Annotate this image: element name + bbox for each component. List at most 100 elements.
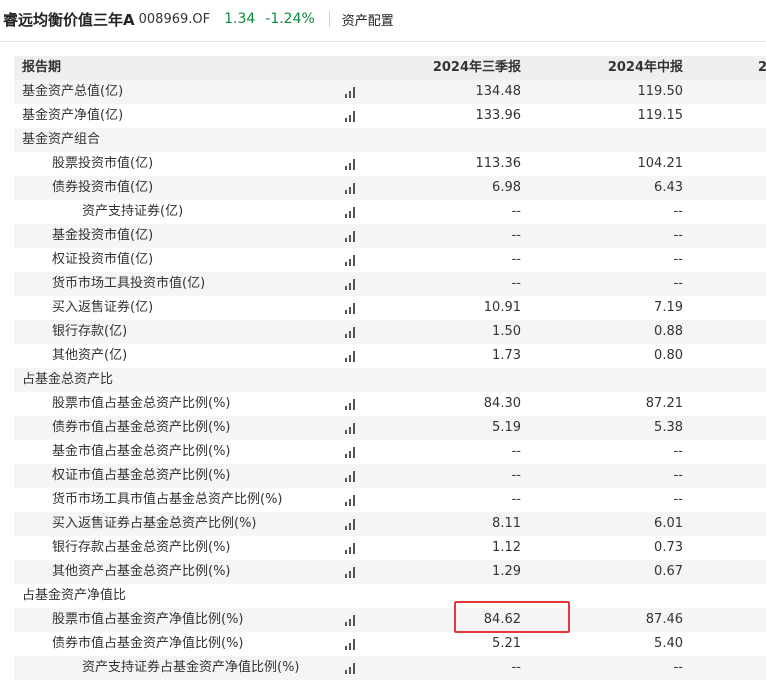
bar-chart-icon[interactable] xyxy=(344,663,356,674)
cell-2024q3: 1.12 xyxy=(492,540,521,555)
bar-chart-icon[interactable] xyxy=(344,303,356,314)
bar-chart-icon[interactable] xyxy=(344,351,356,362)
bar-chart-icon[interactable] xyxy=(344,183,356,194)
table-row: 买入返售证券(亿) 10.91 7.19 xyxy=(14,296,766,320)
cell-2024h1: -- xyxy=(673,660,683,675)
cell-2024q3: -- xyxy=(511,444,521,459)
column-header-period: 报告期 xyxy=(22,60,62,75)
cell-2024q3: 6.98 xyxy=(492,180,521,195)
row-label: 基金资产组合 xyxy=(22,132,101,147)
row-label: 其他资产占基金总资产比例(%) xyxy=(52,564,231,579)
bar-chart-icon[interactable] xyxy=(344,111,356,122)
column-header-2024h1[interactable]: 2024年中报 xyxy=(608,56,683,80)
cell-2024q3: 134.48 xyxy=(475,84,522,99)
cell-2024h1: 5.38 xyxy=(654,420,683,435)
cell-2024h1: -- xyxy=(673,468,683,483)
table-row: 货币市场工具市值占基金总资产比例(%) -- -- xyxy=(14,488,766,512)
cell-2024h1: 6.43 xyxy=(654,180,683,195)
bar-chart-icon[interactable] xyxy=(344,543,356,554)
tab-asset-allocation[interactable]: 资产配置 xyxy=(342,10,394,29)
cell-2024q3: 5.21 xyxy=(492,636,521,651)
table-row: 银行存款占基金总资产比例(%) 1.12 0.73 xyxy=(14,536,766,560)
cell-2024q3: -- xyxy=(511,204,521,219)
table-row: 占基金总资产比 xyxy=(14,368,766,392)
row-label: 基金投资市值(亿) xyxy=(52,228,154,243)
cell-2024h1: 104.21 xyxy=(637,156,684,171)
cell-2024h1: 6.01 xyxy=(654,516,683,531)
column-header-2024q3[interactable]: 2024年三季报 xyxy=(433,56,521,80)
bar-chart-icon[interactable] xyxy=(344,519,356,530)
table-row: 基金资产总值(亿) 134.48 119.50 xyxy=(14,80,766,104)
row-label: 资产支持证券(亿) xyxy=(82,204,184,219)
cell-2024h1: -- xyxy=(673,252,683,267)
table-row: 货币市场工具投资市值(亿) -- -- xyxy=(14,272,766,296)
fund-nav: 1.34 xyxy=(224,11,256,27)
row-label: 基金市值占基金总资产比例(%) xyxy=(52,444,231,459)
cell-2024q3: 133.96 xyxy=(475,108,522,123)
cell-2024h1: -- xyxy=(673,204,683,219)
row-label: 股票市值占基金总资产比例(%) xyxy=(52,396,231,411)
column-header-next[interactable]: 2 xyxy=(758,56,766,80)
bar-chart-icon[interactable] xyxy=(344,231,356,242)
row-label: 买入返售证券占基金总资产比例(%) xyxy=(52,516,257,531)
row-label: 货币市场工具投资市值(亿) xyxy=(52,276,206,291)
row-label: 银行存款(亿) xyxy=(52,324,128,339)
bar-chart-icon[interactable] xyxy=(344,639,356,650)
table-row: 债券投资市值(亿) 6.98 6.43 xyxy=(14,176,766,200)
row-label: 其他资产(亿) xyxy=(52,348,128,363)
cell-2024q3: 113.36 xyxy=(475,156,522,171)
bar-chart-icon[interactable] xyxy=(344,255,356,266)
row-label: 占基金总资产比 xyxy=(22,372,114,387)
bar-chart-icon[interactable] xyxy=(344,423,356,434)
table-row: 资产支持证券(亿) -- -- xyxy=(14,200,766,224)
bar-chart-icon[interactable] xyxy=(344,279,356,290)
bar-chart-icon[interactable] xyxy=(344,207,356,218)
cell-2024h1: -- xyxy=(673,444,683,459)
cell-2024q3: 84.30 xyxy=(483,396,521,411)
cell-2024q3: 1.73 xyxy=(492,348,521,363)
cell-2024h1: 87.21 xyxy=(645,396,683,411)
cell-2024q3: 1.50 xyxy=(492,324,521,339)
bar-chart-icon[interactable] xyxy=(344,159,356,170)
asset-allocation-table: 报告期 2024年三季报 2024年中报 2 基金资产总值(亿) 134.48 11… xyxy=(14,56,766,680)
row-label: 债券市值占基金资产净值比例(%) xyxy=(52,636,244,651)
table-row: 股票投资市值(亿) 113.36 104.21 xyxy=(14,152,766,176)
cell-2024h1: 119.50 xyxy=(637,84,684,99)
cell-2024h1: 0.88 xyxy=(654,324,683,339)
table-row: 权证市值占基金总资产比例(%) -- -- xyxy=(14,464,766,488)
bar-chart-icon[interactable] xyxy=(344,87,356,98)
table-row: 基金资产净值(亿) 133.96 119.15 xyxy=(14,104,766,128)
row-label: 债券市值占基金总资产比例(%) xyxy=(52,420,231,435)
cell-2024h1: 7.19 xyxy=(654,300,683,315)
table-row: 股票市值占基金资产净值比例(%) 84.62 87.46 xyxy=(14,608,766,632)
bar-chart-icon[interactable] xyxy=(344,399,356,410)
cell-2024q3: 1.29 xyxy=(492,564,521,579)
bar-chart-icon[interactable] xyxy=(344,567,356,578)
table-row: 占基金资产净值比 xyxy=(14,584,766,608)
table-row: 资产支持证券占基金资产净值比例(%) -- -- xyxy=(14,656,766,680)
bar-chart-icon[interactable] xyxy=(344,471,356,482)
row-label: 银行存款占基金总资产比例(%) xyxy=(52,540,231,555)
row-label: 股票市值占基金资产净值比例(%) xyxy=(52,612,244,627)
bar-chart-icon[interactable] xyxy=(344,615,356,626)
cell-2024q3: 10.91 xyxy=(483,300,521,315)
row-label: 债券投资市值(亿) xyxy=(52,180,154,195)
cell-2024h1: 87.46 xyxy=(645,612,683,627)
table-row: 其他资产占基金总资产比例(%) 1.29 0.67 xyxy=(14,560,766,584)
bar-chart-icon[interactable] xyxy=(344,495,356,506)
bar-chart-icon[interactable] xyxy=(344,447,356,458)
table-row: 债券市值占基金资产净值比例(%) 5.21 5.40 xyxy=(14,632,766,656)
row-label: 资产支持证券占基金资产净值比例(%) xyxy=(82,660,300,675)
cell-2024q3: -- xyxy=(511,228,521,243)
table-row: 股票市值占基金总资产比例(%) 84.30 87.21 xyxy=(14,392,766,416)
table-row: 基金市值占基金总资产比例(%) -- -- xyxy=(14,440,766,464)
cell-2024h1: -- xyxy=(673,276,683,291)
table-header-row: 报告期 2024年三季报 2024年中报 2 xyxy=(14,56,766,80)
fund-change: -1.24% xyxy=(265,11,315,27)
cell-2024h1: -- xyxy=(673,228,683,243)
row-label: 股票投资市值(亿) xyxy=(52,156,154,171)
cell-2024q3: -- xyxy=(511,492,521,507)
row-label: 权证市值占基金总资产比例(%) xyxy=(52,468,231,483)
table-row: 买入返售证券占基金总资产比例(%) 8.11 6.01 xyxy=(14,512,766,536)
bar-chart-icon[interactable] xyxy=(344,327,356,338)
